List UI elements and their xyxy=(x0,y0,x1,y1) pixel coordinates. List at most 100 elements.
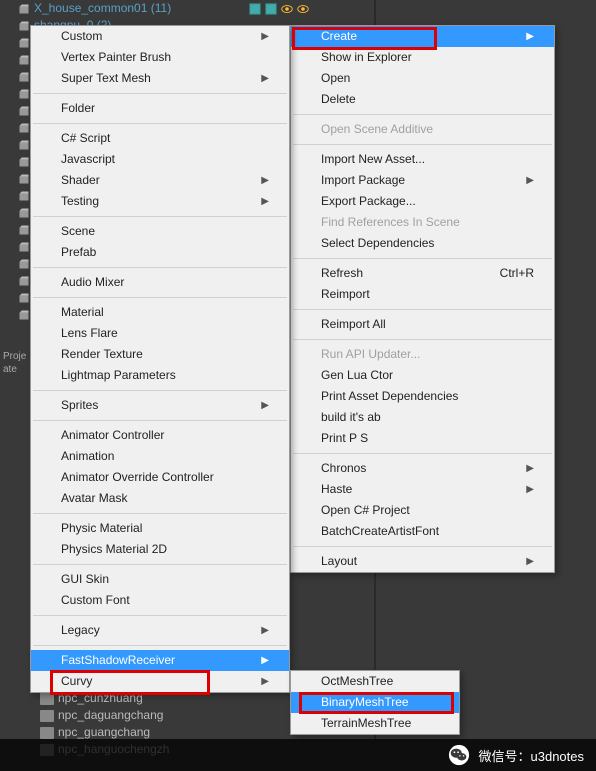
menu-item-label: Super Text Mesh xyxy=(61,68,151,89)
create-menu-item-custom[interactable]: Custom▶ xyxy=(31,26,289,47)
menu-item-label: Physic Material xyxy=(61,518,142,539)
assets-menu-item-open[interactable]: Open xyxy=(291,68,554,89)
assets-menu-item-export-package-[interactable]: Export Package... xyxy=(291,191,554,212)
create-menu-item-javascript[interactable]: Javascript xyxy=(31,149,289,170)
menu-separator xyxy=(293,258,552,259)
create-menu-item-fastshadowreceiver[interactable]: FastShadowReceiver▶ xyxy=(31,650,289,671)
create-menu-item-animator-override-controller[interactable]: Animator Override Controller xyxy=(31,467,289,488)
assets-menu-item-reimport[interactable]: Reimport xyxy=(291,284,554,305)
create-menu-item-render-texture[interactable]: Render Texture xyxy=(31,344,289,365)
create-menu-item-super-text-mesh[interactable]: Super Text Mesh▶ xyxy=(31,68,289,89)
create-menu-item-lightmap-parameters[interactable]: Lightmap Parameters xyxy=(31,365,289,386)
gameobject-icon xyxy=(18,275,30,287)
fsr-menu-item-octmeshtree[interactable]: OctMeshTree xyxy=(291,671,459,692)
menu-item-label: Reimport xyxy=(321,284,370,305)
hierarchy-item-label: X_house_common01 (11) xyxy=(34,0,171,17)
menu-shortcut: Ctrl+R xyxy=(500,263,534,284)
assets-menu-item-chronos[interactable]: Chronos▶ xyxy=(291,458,554,479)
folder-icon xyxy=(40,727,54,739)
menu-item-label: Refresh xyxy=(321,263,363,284)
assets-menu-item-select-dependencies[interactable]: Select Dependencies xyxy=(291,233,554,254)
menu-item-label: Animator Controller xyxy=(61,425,164,446)
create-menu-item-sprites[interactable]: Sprites▶ xyxy=(31,395,289,416)
gameobject-icon xyxy=(18,241,30,253)
menu-item-label: C# Script xyxy=(61,128,110,149)
assets-menu-item-print-p-s[interactable]: Print P S xyxy=(291,428,554,449)
menu-item-label: Avatar Mask xyxy=(61,488,127,509)
gameobject-icon xyxy=(18,122,30,134)
context-menu-create: Custom▶Vertex Painter BrushSuper Text Me… xyxy=(30,25,290,693)
create-menu-item-lens-flare[interactable]: Lens Flare xyxy=(31,323,289,344)
assets-menu-item-create[interactable]: Create▶ xyxy=(291,26,554,47)
assets-menu-item-show-in-explorer[interactable]: Show in Explorer xyxy=(291,47,554,68)
create-menu-item-legacy[interactable]: Legacy▶ xyxy=(31,620,289,641)
menu-separator xyxy=(33,615,287,616)
menu-item-label: Lightmap Parameters xyxy=(61,365,176,386)
menu-item-label: Open Scene Additive xyxy=(321,119,433,140)
menu-item-label: Prefab xyxy=(61,242,96,263)
assets-menu-item-batchcreateartistfont[interactable]: BatchCreateArtistFont xyxy=(291,521,554,542)
submenu-arrow-icon: ▶ xyxy=(261,671,269,692)
wechat-icon xyxy=(448,744,470,766)
hierarchy-icons xyxy=(248,2,310,16)
menu-separator xyxy=(293,144,552,145)
create-menu-item-animator-controller[interactable]: Animator Controller xyxy=(31,425,289,446)
create-menu-item-physic-material[interactable]: Physic Material xyxy=(31,518,289,539)
create-menu-item-scene[interactable]: Scene xyxy=(31,221,289,242)
gameobject-icon xyxy=(18,224,30,236)
create-menu-item-custom-font[interactable]: Custom Font xyxy=(31,590,289,611)
gameobject-icon xyxy=(18,309,30,321)
submenu-arrow-icon: ▶ xyxy=(261,170,269,191)
menu-separator xyxy=(33,420,287,421)
assets-menu-item-import-new-asset-[interactable]: Import New Asset... xyxy=(291,149,554,170)
create-menu-item-curvy[interactable]: Curvy▶ xyxy=(31,671,289,692)
menu-separator xyxy=(293,114,552,115)
assets-menu-item-reimport-all[interactable]: Reimport All xyxy=(291,314,554,335)
fsr-menu-item-binarymeshtree[interactable]: BinaryMeshTree xyxy=(291,692,459,713)
assets-menu-item-import-package[interactable]: Import Package▶ xyxy=(291,170,554,191)
create-menu-item-avatar-mask[interactable]: Avatar Mask xyxy=(31,488,289,509)
assets-menu-item-open-scene-additive: Open Scene Additive xyxy=(291,119,554,140)
menu-separator xyxy=(293,453,552,454)
menu-item-label: Haste xyxy=(321,479,352,500)
assets-menu-item-layout[interactable]: Layout▶ xyxy=(291,551,554,572)
menu-item-label: Select Dependencies xyxy=(321,233,434,254)
menu-item-label: Delete xyxy=(321,89,356,110)
menu-separator xyxy=(33,390,287,391)
menu-item-label: Open C# Project xyxy=(321,500,410,521)
create-menu-item-vertex-painter-brush[interactable]: Vertex Painter Brush xyxy=(31,47,289,68)
menu-item-label: Find References In Scene xyxy=(321,212,460,233)
assets-menu-item-build-it-s-ab[interactable]: build it's ab xyxy=(291,407,554,428)
assets-menu-item-open-c-project[interactable]: Open C# Project xyxy=(291,500,554,521)
assets-menu-item-haste[interactable]: Haste▶ xyxy=(291,479,554,500)
fsr-menu-item-terrainmeshtree[interactable]: TerrainMeshTree xyxy=(291,713,459,734)
menu-item-label: Custom xyxy=(61,26,102,47)
create-menu-item-testing[interactable]: Testing▶ xyxy=(31,191,289,212)
assets-menu-item-print-asset-dependencies[interactable]: Print Asset Dependencies xyxy=(291,386,554,407)
submenu-arrow-icon: ▶ xyxy=(526,26,534,47)
menu-separator xyxy=(293,339,552,340)
create-menu-item-shader[interactable]: Shader▶ xyxy=(31,170,289,191)
menu-item-label: GUI Skin xyxy=(61,569,109,590)
gameobject-icon xyxy=(18,71,30,83)
create-menu-item-prefab[interactable]: Prefab xyxy=(31,242,289,263)
menu-separator xyxy=(33,216,287,217)
create-menu-item-animation[interactable]: Animation xyxy=(31,446,289,467)
create-menu-item-material[interactable]: Material xyxy=(31,302,289,323)
create-menu-item-gui-skin[interactable]: GUI Skin xyxy=(31,569,289,590)
gameobject-icon xyxy=(18,54,30,66)
submenu-arrow-icon: ▶ xyxy=(261,650,269,671)
project-folder-item[interactable]: npc_daguangchang xyxy=(40,707,169,724)
create-menu-item-audio-mixer[interactable]: Audio Mixer xyxy=(31,272,289,293)
create-menu-item-physics-material-2d[interactable]: Physics Material 2D xyxy=(31,539,289,560)
menu-item-label: Layout xyxy=(321,551,357,572)
menu-item-label: Audio Mixer xyxy=(61,272,124,293)
assets-menu-item-gen-lua-ctor[interactable]: Gen Lua Ctor xyxy=(291,365,554,386)
assets-menu-item-delete[interactable]: Delete xyxy=(291,89,554,110)
folder-icon xyxy=(40,693,54,705)
create-menu-item-folder[interactable]: Folder xyxy=(31,98,289,119)
create-menu-item-c-script[interactable]: C# Script xyxy=(31,128,289,149)
assets-menu-item-refresh[interactable]: Refresh Ctrl+R xyxy=(291,263,554,284)
hierarchy-item[interactable]: X_house_common01 (11) xyxy=(0,0,380,17)
menu-item-label: Show in Explorer xyxy=(321,47,412,68)
